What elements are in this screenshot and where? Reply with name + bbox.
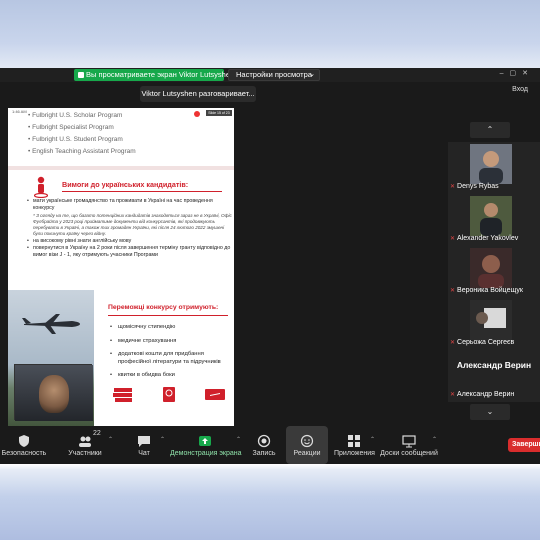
requirement-item: на високому рівні знати англійську мову <box>26 238 232 246</box>
benefit-item: медичне страхування <box>110 338 230 346</box>
record-button[interactable]: Запись <box>248 426 280 464</box>
chevron-down-icon: ⌄ <box>486 407 494 416</box>
participant-tile[interactable]: Александр Верин ✕ Александр Верин <box>448 350 540 402</box>
muted-mic-icon: ✕ <box>450 184 456 190</box>
chat-button[interactable]: Чат <box>128 426 160 464</box>
exit-button[interactable]: Вход <box>512 86 528 93</box>
chevron-down-icon: ⌄ <box>309 71 315 78</box>
apps-icon <box>348 435 360 447</box>
speaker-tooltip: Viktor Lutsyshen разговаривает... <box>140 86 256 102</box>
maximize-icon[interactable]: ▢ <box>510 70 523 77</box>
share-banner-text: Вы просматриваете экран Viktor Lutsyshen <box>86 70 235 79</box>
muted-mic-icon: ✕ <box>450 288 456 294</box>
winners-title: Переможці конкурсу отримують: <box>108 304 219 311</box>
share-screen-icon <box>199 436 211 446</box>
chevron-up-icon[interactable]: ⌃ <box>236 436 241 443</box>
program-item: Fulbright Specialist Program <box>28 122 136 134</box>
plane-ticket-icon <box>205 389 225 400</box>
share-screen-button[interactable]: Демонстрация экрана <box>170 426 242 464</box>
requirement-item: повернутися в Україну на 2 роки після за… <box>26 245 232 260</box>
participants-button[interactable]: Участники <box>60 426 110 464</box>
window-controls[interactable]: –▢✕ <box>500 69 534 77</box>
meeting-toolbar: Безопасность Участники 22 ⌃ Чат ⌃ Демонс… <box>0 426 540 464</box>
apps-button[interactable]: Приложения <box>334 426 375 464</box>
participant-name: ✕ Александр Верин <box>450 391 515 398</box>
program-list: Fulbright U.S. Scholar Program Fulbright… <box>28 110 136 158</box>
title-underline <box>62 191 222 192</box>
presenter-video-thumbnail[interactable] <box>14 364 93 421</box>
participant-video <box>470 196 512 236</box>
view-options-button[interactable]: Настройки просмотра ⌄ <box>228 69 320 81</box>
books-icon <box>113 388 132 402</box>
zoom-window: Вы просматриваете экран Viktor Lutsyshen… <box>0 68 540 464</box>
phone-status-time: 1:46 AM <box>12 109 27 114</box>
airplane-icon <box>22 314 80 334</box>
participants-count: 22 <box>93 430 101 437</box>
requirement-note: * З огляду на те, що багато потенційних … <box>33 212 232 237</box>
smiley-icon <box>300 434 314 448</box>
benefit-item: щомісячну стипендію <box>110 324 230 332</box>
participants-icon <box>79 436 91 447</box>
end-meeting-button[interactable]: Завершить <box>508 438 540 452</box>
slide-counter: Slide 15 of 23 <box>206 110 232 116</box>
requirements-title: Вимоги до українських кандидатів: <box>62 180 189 189</box>
close-icon[interactable]: ✕ <box>522 70 534 77</box>
shield-icon <box>19 435 29 447</box>
chevron-up-icon[interactable]: ⌃ <box>432 436 437 443</box>
chevron-up-icon[interactable]: ⌃ <box>160 436 165 443</box>
participant-name: ✕ Alexander Yakovlev <box>450 235 519 242</box>
program-item: English Teaching Assistant Program <box>28 146 136 158</box>
share-screen-icon <box>78 72 84 78</box>
person-pin-icon <box>34 176 48 198</box>
participant-video <box>470 300 512 340</box>
benefit-item: квитки в обидва боки <box>110 372 230 380</box>
participant-tile[interactable]: ✕ Alexander Yakovlev <box>448 194 540 246</box>
muted-mic-icon: ✕ <box>450 340 456 346</box>
passport-icon <box>163 387 175 402</box>
whiteboard-button[interactable]: Доски сообщений <box>380 426 438 464</box>
chevron-up-icon: ⌃ <box>486 125 494 134</box>
chevron-up-icon[interactable]: ⌃ <box>108 436 113 443</box>
minimize-icon[interactable]: – <box>500 70 510 77</box>
participant-name: ✕ Серьожа Сергеєв <box>450 339 515 346</box>
requirement-item: мати українське громадянство та проживат… <box>26 198 232 213</box>
muted-mic-icon: ✕ <box>450 392 456 398</box>
section-divider <box>8 166 234 170</box>
program-item: Fulbright U.S. Student Program <box>28 134 136 146</box>
presenter-face <box>39 375 69 413</box>
requirements-list: мати українське громадянство та проживат… <box>26 198 232 260</box>
gallery-up-button[interactable]: ⌃ <box>470 122 510 138</box>
view-options-label: Настройки просмотра <box>236 70 312 79</box>
muted-mic-icon: ✕ <box>450 236 456 242</box>
participant-tile[interactable]: ✕ Denys Rybas <box>448 142 540 194</box>
program-item: Fulbright U.S. Scholar Program <box>28 110 136 122</box>
record-icon <box>257 434 271 448</box>
benefit-item: додаткові кошти для придбання професійно… <box>110 351 230 366</box>
reactions-button[interactable]: Реакции <box>286 426 328 464</box>
title-underline <box>108 315 228 316</box>
participant-video <box>470 248 512 288</box>
share-banner[interactable]: Вы просматриваете экран Viktor Lutsyshen <box>74 69 234 81</box>
participant-tile[interactable]: ✕ Серьожа Сергеєв <box>448 298 540 350</box>
chevron-up-icon[interactable]: ⌃ <box>370 436 375 443</box>
gallery-down-button[interactable]: ⌄ <box>470 404 510 420</box>
chat-icon <box>138 436 150 447</box>
whiteboard-icon <box>402 435 416 448</box>
security-button[interactable]: Безопасность <box>0 426 48 464</box>
recording-indicator-icon <box>194 111 200 117</box>
participant-tile[interactable]: ✕ Вероника Войцещук <box>448 246 540 298</box>
benefits-list: щомісячну стипендію медичне страхування … <box>110 324 230 386</box>
participant-name: ✕ Denys Rybas <box>450 183 499 190</box>
participant-video-off-name: Александр Верин <box>456 360 532 370</box>
participant-video <box>470 144 512 184</box>
participant-name: ✕ Вероника Войцещук <box>450 287 523 294</box>
